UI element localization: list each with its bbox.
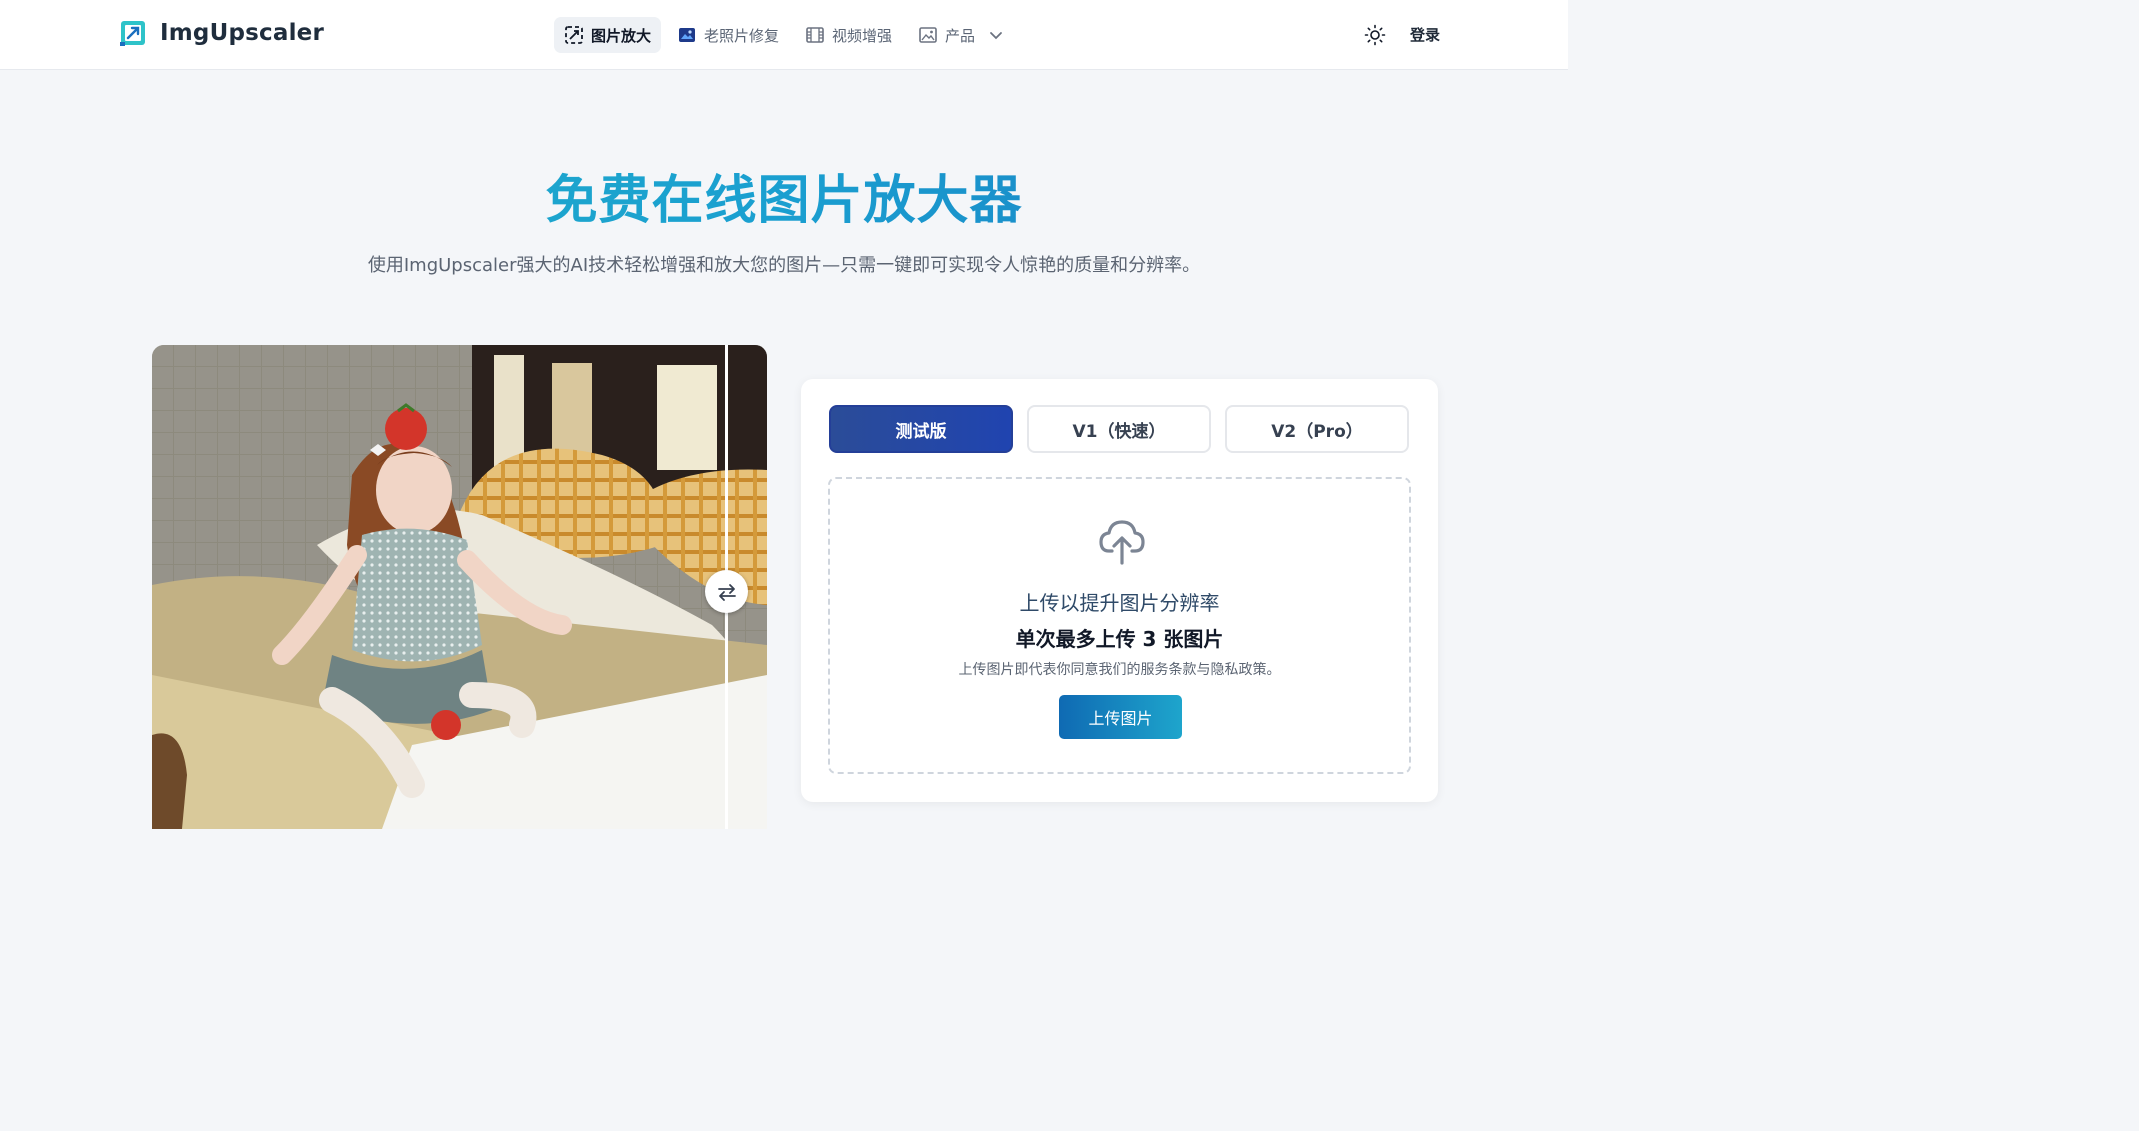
upload-card: 测试版 V1（快速） V2（Pro） 上传以提升图片分辨率 单次最多上传 3 张… [801,379,1438,802]
photo-restore-icon [679,28,696,42]
page-title: 免费在线图片放大器 [0,158,1568,233]
upload-button[interactable]: 上传图片 [1059,695,1182,739]
top-header: ImgUpscaler 图片放大 老照片修复 视频增强 产品 登录 [0,0,1568,70]
upload-limit: 单次最多上传 3 张图片 [1015,627,1224,651]
comparison-handle[interactable] [705,570,748,613]
cloud-upload-icon [1099,520,1145,565]
nav-label: 图片放大 [591,26,652,45]
before-after-comparison[interactable] [152,345,767,829]
upload-dropzone[interactable]: 上传以提升图片分辨率 单次最多上传 3 张图片 上传图片即代表你同意我们的服务条… [828,477,1411,774]
nav-item-upscale[interactable]: 图片放大 [554,17,662,53]
nav-label: 视频增强 [832,26,893,45]
nav-item-photo-restore[interactable]: 老照片修复 [667,17,789,53]
tab-v2-pro[interactable]: V2（Pro） [1225,405,1409,453]
tab-beta[interactable]: 测试版 [829,405,1013,453]
nav-item-video-enhance[interactable]: 视频增强 [795,17,902,53]
upscale-icon [565,26,583,44]
login-button[interactable]: 登录 [1410,24,1440,45]
upload-title: 上传以提升图片分辨率 [1019,591,1220,615]
image-icon [919,27,937,43]
tab-v1-fast[interactable]: V1（快速） [1027,405,1211,453]
sample-photo [152,345,767,829]
film-icon [806,27,824,43]
brand-logo[interactable]: ImgUpscaler [118,18,324,48]
nav-label: 老照片修复 [704,26,780,45]
nav-item-products[interactable]: 产品 [908,17,1014,53]
sun-icon[interactable] [1364,24,1386,46]
upload-terms: 上传图片即代表你同意我们的服务条款与隐私政策。 [958,662,1281,678]
brand-name: ImgUpscaler [160,20,324,46]
main-nav: 图片放大 老照片修复 视频增强 产品 [554,17,1014,53]
swap-arrows-icon [717,583,736,601]
chevron-down-icon [990,32,1002,40]
nav-label: 产品 [945,26,976,45]
page-subtitle: 使用ImgUpscaler强大的AI技术轻松增强和放大您的图片—只需一键即可实现… [367,255,1201,276]
logo-icon [120,21,145,46]
model-tabs: 测试版 V1（快速） V2（Pro） [829,405,1409,453]
